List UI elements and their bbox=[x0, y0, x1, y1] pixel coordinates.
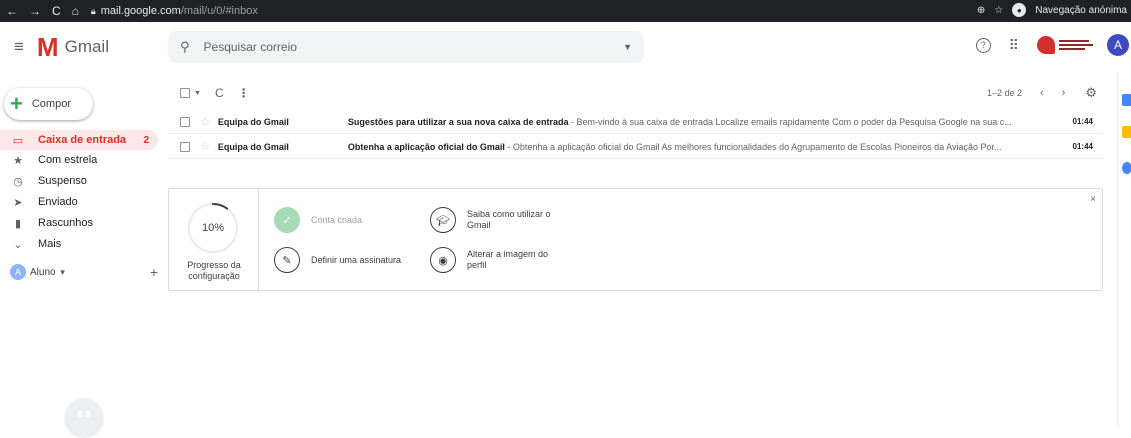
task-change-photo[interactable]: ◉ Alterar a imagem do perfil bbox=[430, 247, 548, 273]
select-options-icon[interactable]: ▼ bbox=[194, 90, 201, 97]
task-label: Conta criada bbox=[311, 214, 363, 225]
mail-toolbar: ▼ C ⋮ 1–2 de 2 ‹ › ⚙ bbox=[168, 82, 1103, 104]
email-subject: Sugestões para utilizar a sua nova caixa… bbox=[347, 116, 569, 127]
chevron-down-icon: ⌄ bbox=[13, 238, 23, 251]
email-snippet: - Obtenha a aplicação oficial do Gmail A… bbox=[504, 141, 1002, 152]
select-all-checkbox[interactable] bbox=[180, 88, 190, 98]
check-icon: ✓ bbox=[274, 207, 300, 233]
search-icon[interactable]: ⚲ bbox=[180, 39, 190, 55]
sidebar-item-inbox[interactable]: ▭ Caixa de entrada 2 bbox=[0, 130, 158, 150]
email-content: Sugestões para utilizar a sua nova caixa… bbox=[348, 117, 1038, 127]
url-host: mail.google.com bbox=[100, 5, 181, 17]
sidebar-item-snoozed[interactable]: ◷ Suspenso bbox=[0, 171, 158, 191]
refresh-icon[interactable]: C bbox=[215, 86, 224, 100]
email-time: 01:44 bbox=[1072, 117, 1093, 126]
search-placeholder: Pesquisar correio bbox=[203, 40, 297, 54]
email-row[interactable]: ☆ Equipa do Gmail Obtenha a aplicação of… bbox=[168, 135, 1103, 159]
star-icon: ★ bbox=[13, 154, 23, 167]
graduation-cap-icon: 🎓︎ bbox=[430, 207, 456, 233]
app-name: Gmail bbox=[64, 37, 109, 56]
email-sender: Equipa do Gmail bbox=[217, 141, 289, 152]
email-row[interactable]: ☆ Equipa do Gmail Sugestões para utiliza… bbox=[168, 110, 1103, 134]
back-icon[interactable]: ← bbox=[6, 4, 18, 18]
side-panel bbox=[1117, 72, 1131, 426]
progress-percent: 10% bbox=[201, 222, 225, 234]
search-input[interactable]: ⚲ Pesquisar correio ▼ bbox=[168, 31, 644, 63]
apps-grid-icon[interactable]: ⠿ bbox=[1009, 37, 1019, 54]
draft-icon: ▮ bbox=[14, 217, 22, 230]
compose-button[interactable]: + Compor bbox=[4, 88, 93, 120]
keep-icon[interactable] bbox=[1122, 126, 1131, 138]
lock-icon: 🔒︎ bbox=[90, 5, 96, 16]
pagination-text: 1–2 de 2 bbox=[986, 88, 1022, 98]
incognito-icon: ● bbox=[1012, 3, 1027, 17]
calendar-icon[interactable] bbox=[1122, 94, 1131, 106]
task-account-created: ✓ Conta criada bbox=[274, 207, 362, 233]
settings-gear-icon[interactable]: ⚙ bbox=[1085, 85, 1097, 101]
close-icon[interactable]: × bbox=[1090, 194, 1096, 205]
home-icon[interactable]: ⌂ bbox=[72, 4, 79, 18]
sidebar-item-starred[interactable]: ★ Com estrela bbox=[0, 150, 158, 170]
setup-progress-panel: 10% Progresso da configuração ✓ Conta cr… bbox=[168, 188, 1103, 291]
bookmark-star-icon[interactable]: ☆ bbox=[994, 5, 1003, 16]
email-snippet: - Bem-vindo à sua caixa de entrada Local… bbox=[568, 116, 1012, 127]
main-menu-icon[interactable]: ≡ bbox=[14, 37, 24, 57]
email-time: 01:44 bbox=[1072, 142, 1093, 151]
zoom-icon[interactable]: ⊕ bbox=[977, 5, 985, 16]
org-mark-icon bbox=[1037, 36, 1055, 54]
organization-logo[interactable] bbox=[1037, 32, 1095, 58]
setup-progress: 10% Progresso da configuração bbox=[169, 189, 259, 290]
address-bar[interactable]: 🔒︎ mail.google.com/mail/u/0/#inbox bbox=[91, 2, 1055, 20]
next-page-icon[interactable]: › bbox=[1062, 87, 1066, 99]
tasks-icon[interactable] bbox=[1122, 162, 1131, 174]
user-avatar: A bbox=[10, 264, 26, 280]
more-options-icon[interactable]: ⋮ bbox=[238, 86, 250, 100]
user-name: Aluno bbox=[30, 266, 56, 278]
compose-plus-icon: + bbox=[10, 91, 23, 116]
sidebar-item-sent[interactable]: ➤ Enviado bbox=[0, 192, 158, 212]
account-avatar[interactable]: A bbox=[1107, 34, 1129, 56]
star-toggle-icon[interactable]: ☆ bbox=[200, 115, 210, 128]
email-checkbox[interactable] bbox=[180, 141, 190, 152]
unread-count: 2 bbox=[143, 134, 149, 146]
forward-icon[interactable]: → bbox=[29, 4, 41, 18]
pencil-icon: ✎ bbox=[274, 247, 300, 273]
email-subject: Obtenha a aplicação oficial do Gmail bbox=[347, 141, 505, 152]
email-content: Obtenha a aplicação oficial do Gmail - O… bbox=[348, 142, 1038, 152]
browser-toolbar: ← → C ⌂ 🔒︎ mail.google.com/mail/u/0/#inb… bbox=[0, 0, 1131, 22]
help-icon[interactable]: ? bbox=[975, 37, 991, 53]
task-learn-gmail[interactable]: 🎓︎ Saiba como utilizar o Gmail bbox=[430, 207, 551, 233]
task-set-signature[interactable]: ✎ Definir uma assinatura bbox=[274, 247, 401, 273]
clock-icon: ◷ bbox=[13, 175, 23, 188]
hangouts-user[interactable]: A Aluno ▼ + bbox=[10, 263, 158, 281]
incognito-label[interactable]: Navegação anónima bbox=[1035, 5, 1127, 16]
gmail-header: ≡ M Gmail ⚲ Pesquisar correio ▼ ? ⠿ A bbox=[0, 22, 1131, 72]
inbox-icon: ▭ bbox=[12, 134, 24, 147]
prev-page-icon[interactable]: ‹ bbox=[1040, 87, 1044, 99]
reload-icon[interactable]: C bbox=[52, 4, 61, 18]
sidebar-item-drafts[interactable]: ▮ Rascunhos bbox=[0, 213, 158, 233]
hangouts-icon[interactable] bbox=[64, 398, 104, 438]
email-checkbox[interactable] bbox=[180, 116, 190, 127]
user-caret-icon[interactable]: ▼ bbox=[59, 268, 67, 277]
sidebar-item-more[interactable]: ⌄ Mais bbox=[0, 234, 158, 254]
add-contact-icon[interactable]: + bbox=[150, 264, 158, 280]
progress-label: Progresso da configuração bbox=[187, 260, 241, 281]
search-options-icon[interactable]: ▼ bbox=[623, 42, 632, 52]
compose-label: Compor bbox=[31, 98, 71, 110]
gmail-m-icon: M bbox=[36, 32, 59, 62]
task-label: Saiba como utilizar o Gmail bbox=[467, 209, 551, 230]
url-path: /mail/u/0/#inbox bbox=[180, 5, 258, 17]
pagination: 1–2 de 2 ‹ › ⚙ bbox=[987, 85, 1103, 101]
email-sender: Equipa do Gmail bbox=[217, 116, 289, 127]
task-label: Alterar a imagem do perfil bbox=[467, 249, 549, 270]
send-icon: ➤ bbox=[13, 196, 23, 209]
task-label: Definir uma assinatura bbox=[311, 254, 402, 265]
gmail-logo[interactable]: M Gmail bbox=[37, 34, 109, 60]
account-icon: ◉ bbox=[430, 247, 456, 273]
star-toggle-icon[interactable]: ☆ bbox=[200, 140, 210, 153]
